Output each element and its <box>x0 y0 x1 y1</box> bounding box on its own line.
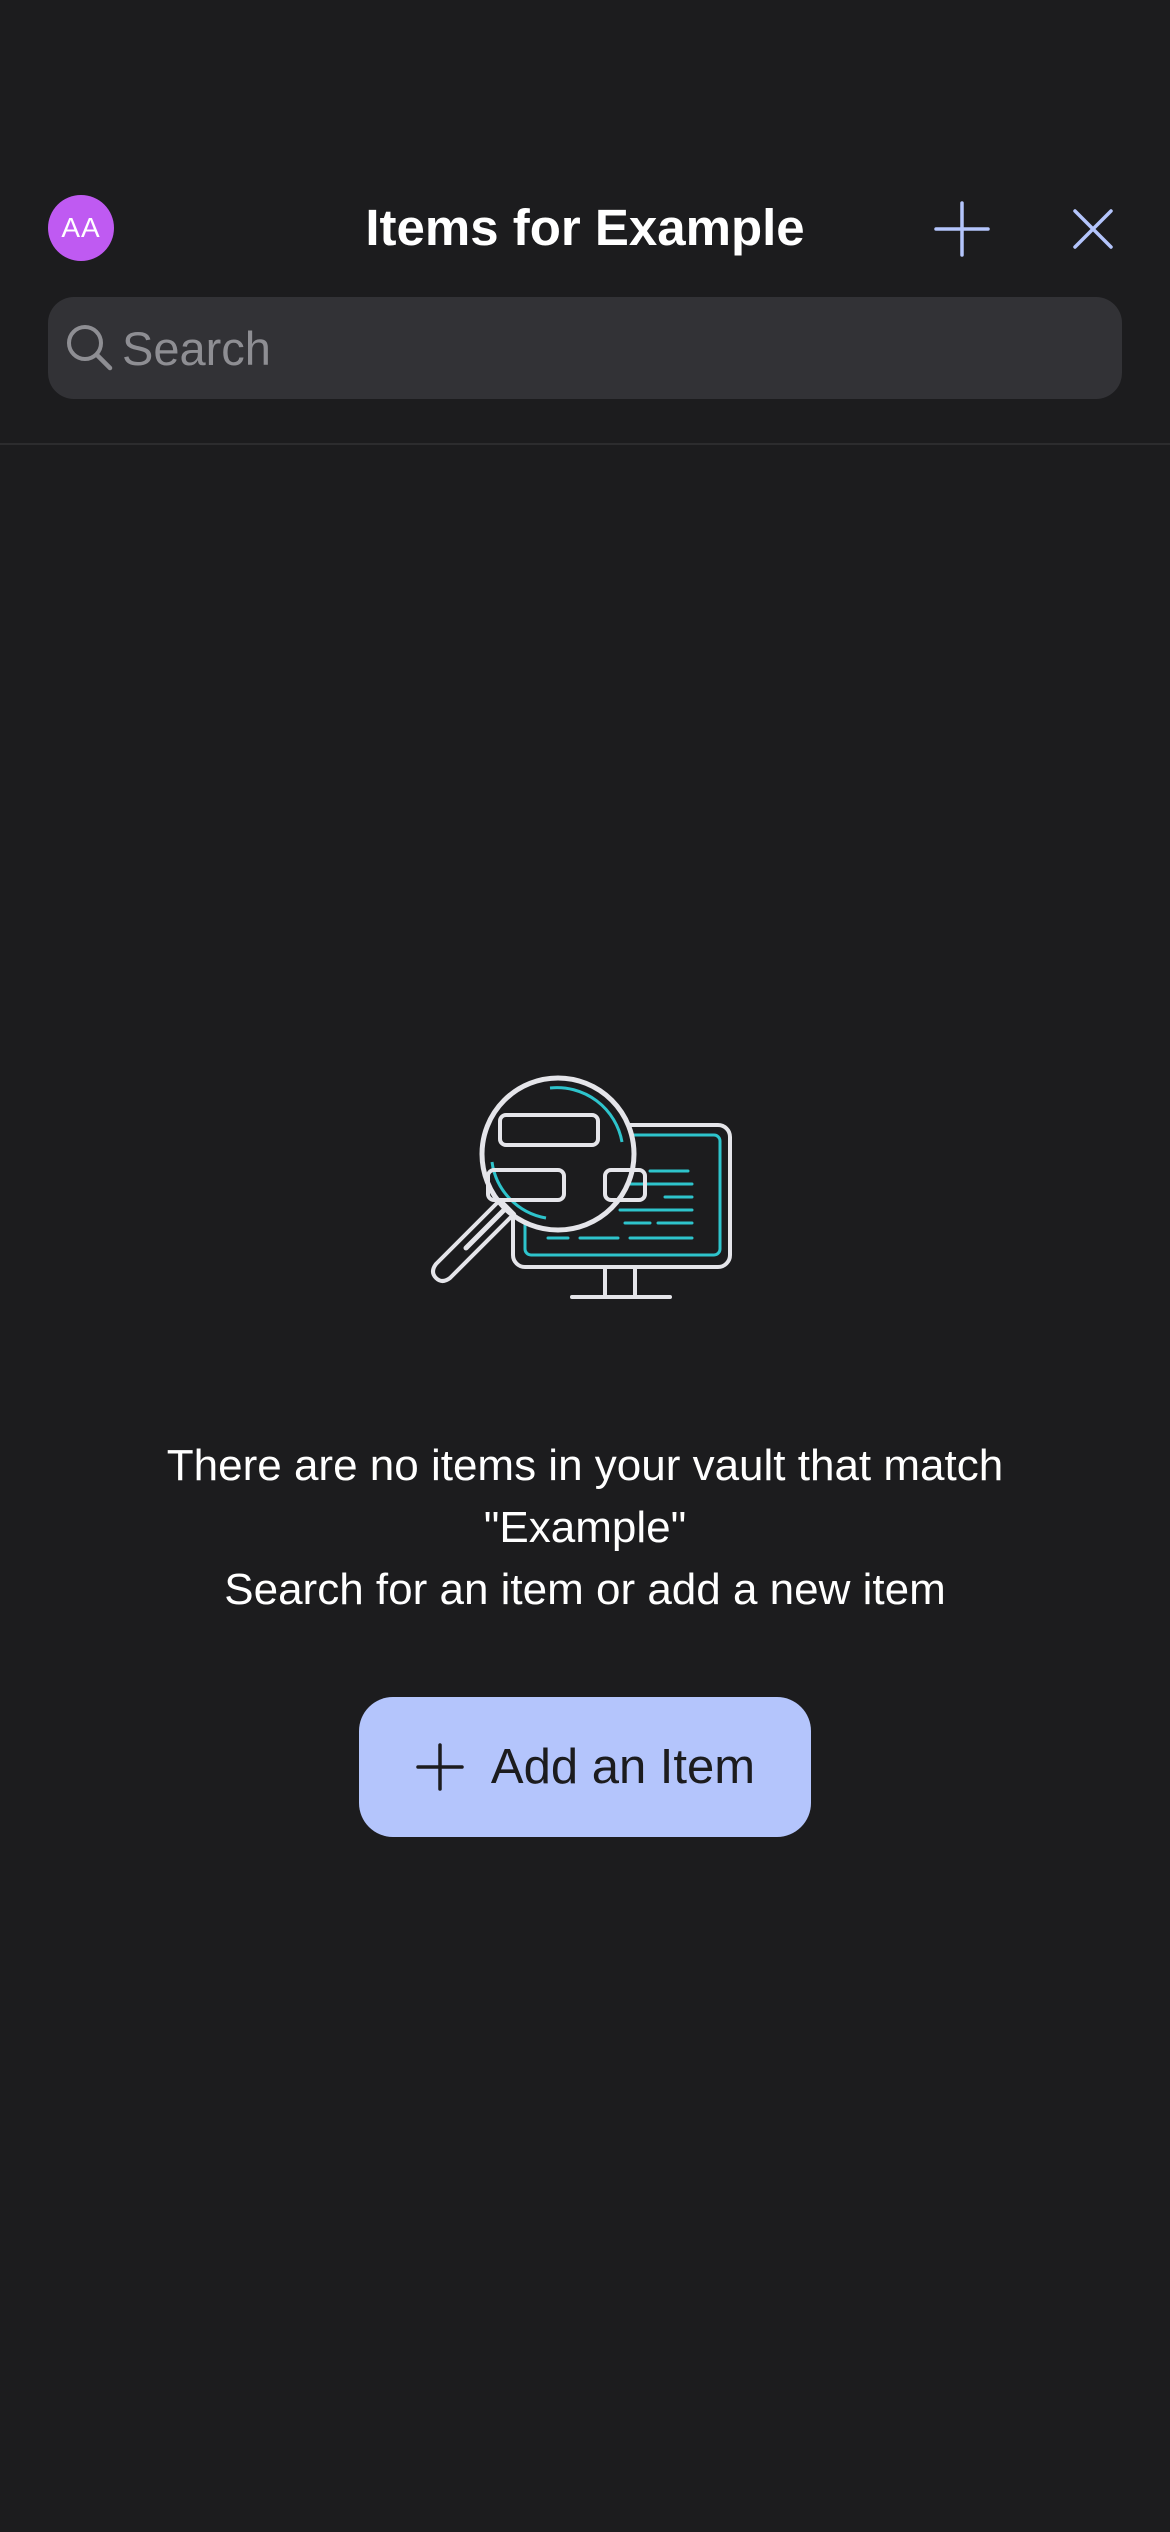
avatar-initials: AA <box>61 212 101 243</box>
search-icon <box>64 322 116 374</box>
magnifier-over-monitor-illustration <box>431 1075 732 1299</box>
header-divider <box>0 443 1170 445</box>
add-an-item-label: Add an Item <box>490 1740 756 1794</box>
empty-state-line: There are no items in your vault that ma… <box>166 1441 1004 1490</box>
empty-state-query: "Example" <box>483 1503 687 1552</box>
close-button[interactable] <box>1053 189 1133 269</box>
empty-state-hint: Search for an item or add a new item <box>224 1565 946 1614</box>
close-icon <box>1073 209 1113 249</box>
add-item-button[interactable] <box>922 189 1002 269</box>
empty-state-message: There are no items in your vault that ma… <box>85 1435 1085 1621</box>
page-title: Items for Example <box>365 199 805 256</box>
avatar[interactable]: AA <box>48 195 114 261</box>
plus-icon <box>934 201 990 257</box>
app-header: AA Items for Example <box>0 0 1170 445</box>
plus-icon <box>415 1742 465 1792</box>
add-an-item-button[interactable]: Add an Item <box>359 1697 811 1837</box>
search-bar[interactable] <box>48 297 1122 399</box>
search-input[interactable] <box>122 320 1082 376</box>
